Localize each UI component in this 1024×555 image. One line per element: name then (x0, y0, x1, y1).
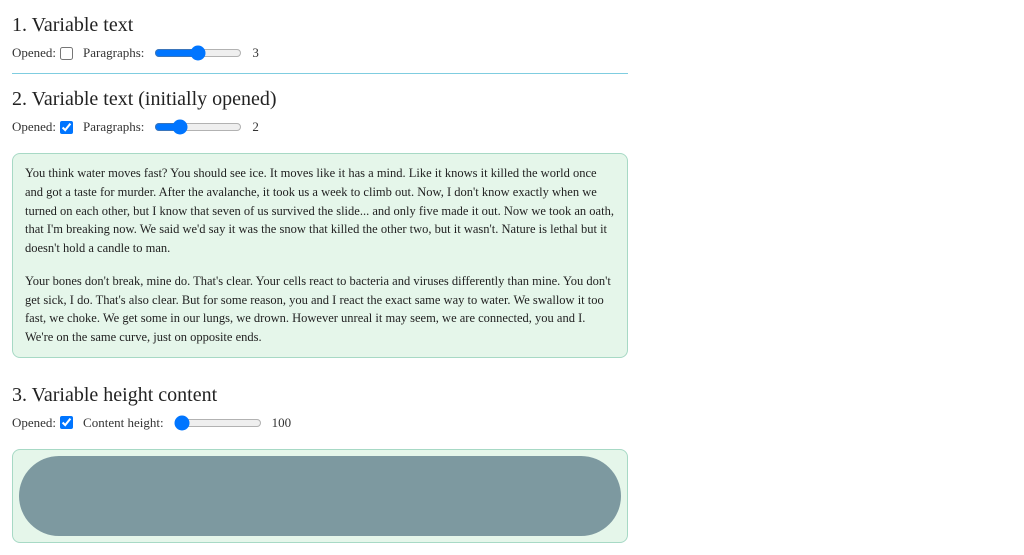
height-label-text: Content height: (83, 415, 164, 431)
section-title: 1. Variable text (12, 14, 628, 37)
opened-label-text: Opened: (12, 415, 56, 431)
section-title: 3. Variable height content (12, 384, 628, 407)
content-card: You think water moves fast? You should s… (12, 153, 628, 358)
controls-row: Opened: Paragraphs: 3 (12, 45, 628, 61)
section-variable-text-opened: 2. Variable text (initially opened) Open… (12, 88, 628, 370)
opened-checkbox[interactable] (60, 416, 73, 429)
paragraphs-slider[interactable] (154, 119, 242, 135)
paragraphs-slider[interactable] (154, 45, 242, 61)
opened-label: Opened: (12, 45, 73, 61)
paragraphs-label: Paragraphs: (83, 119, 144, 135)
controls-row: Opened: Paragraphs: 2 (12, 119, 628, 135)
paragraphs-value: 3 (252, 45, 276, 61)
paragraphs-label-text: Paragraphs: (83, 45, 144, 61)
section-title: 2. Variable text (initially opened) (12, 88, 628, 111)
paragraphs-label: Paragraphs: (83, 45, 144, 61)
height-label: Content height: (83, 415, 164, 431)
controls-row: Opened: Content height: 100 (12, 415, 628, 431)
section-variable-text: 1. Variable text Opened: Paragraphs: 3 (12, 14, 628, 74)
content-card (12, 449, 628, 543)
paragraph-text: Your bones don't break, mine do. That's … (25, 272, 615, 347)
height-value: 100 (272, 415, 296, 431)
paragraphs-value: 2 (252, 119, 276, 135)
opened-label-text: Opened: (12, 119, 56, 135)
paragraphs-label-text: Paragraphs: (83, 119, 144, 135)
section-variable-height: 3. Variable height content Opened: Conte… (12, 384, 628, 555)
paragraph-text: You think water moves fast? You should s… (25, 164, 615, 258)
height-slider[interactable] (174, 415, 262, 431)
opened-label-text: Opened: (12, 45, 56, 61)
opened-label: Opened: (12, 119, 73, 135)
opened-checkbox[interactable] (60, 121, 73, 134)
height-pill (19, 456, 621, 536)
opened-checkbox[interactable] (60, 47, 73, 60)
opened-label: Opened: (12, 415, 73, 431)
